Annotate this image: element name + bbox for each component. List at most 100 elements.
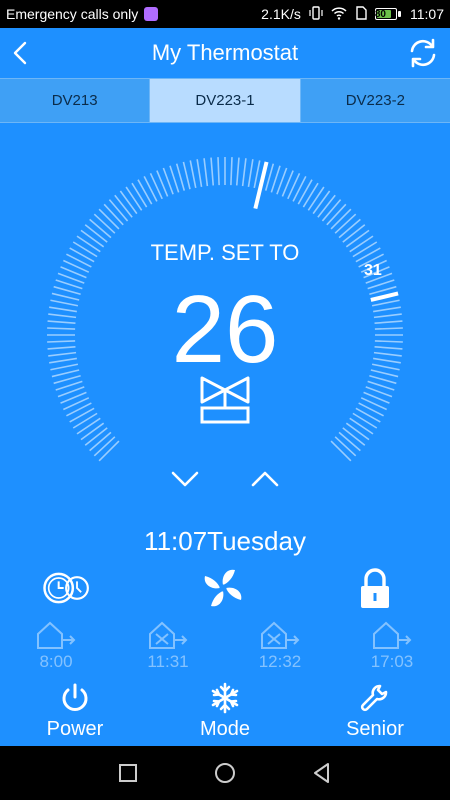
power-button[interactable]: Power bbox=[20, 682, 130, 741]
dial-tick bbox=[326, 203, 347, 226]
dial-tick bbox=[241, 158, 247, 187]
recents-icon[interactable] bbox=[116, 761, 140, 785]
refresh-icon[interactable] bbox=[406, 36, 440, 70]
current-datetime: 11:07Tuesday bbox=[144, 526, 306, 556]
dial-tick bbox=[317, 194, 336, 218]
dial-tick bbox=[137, 179, 153, 205]
dial-tick bbox=[76, 417, 101, 435]
dial-tick bbox=[103, 203, 124, 226]
dial-tick bbox=[312, 190, 331, 215]
status-left: Emergency calls only bbox=[6, 6, 159, 22]
home-icon[interactable] bbox=[213, 761, 237, 785]
battery-level: 80 bbox=[374, 8, 386, 20]
dial-marker-current bbox=[253, 161, 269, 210]
max-temp-label: 31 bbox=[364, 262, 382, 279]
dial-tick bbox=[98, 440, 120, 462]
dial-tick bbox=[342, 427, 366, 446]
wrench-icon bbox=[360, 684, 388, 712]
dial-tick bbox=[334, 436, 357, 457]
schedule-time: 17:03 bbox=[370, 652, 414, 671]
dial-tick bbox=[355, 407, 381, 423]
dial-tick bbox=[247, 159, 254, 187]
schedule-clock-icon[interactable] bbox=[42, 566, 92, 610]
dial-tick bbox=[230, 157, 233, 186]
temp-set-value: 26 bbox=[171, 276, 279, 383]
home-away-icon bbox=[149, 621, 188, 649]
dial-tick bbox=[93, 213, 116, 234]
back-icon[interactable] bbox=[310, 761, 334, 785]
schedule-time: 8:00 bbox=[39, 652, 73, 671]
vibrate-icon bbox=[309, 5, 323, 23]
fan-icon[interactable] bbox=[198, 566, 248, 610]
temp-set-label: TEMP. SET TO bbox=[150, 240, 300, 265]
power-icon bbox=[62, 683, 88, 711]
dial-tick bbox=[217, 157, 220, 186]
schedule-time: 12:32 bbox=[258, 652, 302, 671]
home-arrive-icon bbox=[373, 621, 412, 649]
tab-dv213[interactable]: DV213 bbox=[0, 79, 151, 122]
dial-tick bbox=[143, 176, 158, 202]
dial-tick bbox=[89, 431, 112, 452]
senior-button[interactable]: Senior bbox=[320, 682, 430, 741]
temp-down-button[interactable] bbox=[168, 466, 202, 492]
dial-tick bbox=[302, 182, 319, 208]
dial-tick bbox=[330, 208, 352, 230]
schedule-item-2[interactable]: 11:31 bbox=[128, 620, 208, 672]
dial-tick bbox=[182, 161, 191, 190]
dial-tick bbox=[321, 199, 342, 222]
dial-tick bbox=[297, 179, 313, 205]
home-away-icon bbox=[261, 621, 300, 649]
dial-tick bbox=[84, 427, 108, 446]
mode-label: Mode bbox=[199, 718, 251, 740]
dial-tick bbox=[338, 431, 361, 452]
back-arrow-icon[interactable] bbox=[8, 40, 34, 66]
dial-tick bbox=[307, 186, 325, 211]
schedule-item-4[interactable]: 17:03 bbox=[352, 620, 432, 672]
mode-button[interactable]: Mode bbox=[170, 682, 280, 741]
dial-tick bbox=[235, 157, 240, 186]
android-nav-bar bbox=[0, 746, 450, 800]
status-right: 2.1K/s 80 11:07 bbox=[261, 5, 444, 23]
schedule-item-3[interactable]: 12:32 bbox=[240, 620, 320, 672]
page-title: My Thermostat bbox=[151, 40, 299, 65]
dial-tick bbox=[189, 160, 197, 189]
network-speed: 2.1K/s bbox=[261, 6, 301, 22]
dial-tick bbox=[69, 407, 95, 423]
snowflake-icon bbox=[211, 682, 239, 714]
schedule-item-1[interactable]: 8:00 bbox=[16, 620, 96, 672]
dial-tick bbox=[89, 218, 112, 239]
tab-dv223-2[interactable]: DV223-2 bbox=[301, 79, 450, 122]
dial-tick bbox=[125, 186, 143, 211]
dial-tick bbox=[66, 402, 92, 417]
lock-icon[interactable] bbox=[350, 566, 400, 610]
notification-icon bbox=[144, 7, 159, 21]
tab-dv223-1[interactable]: DV223-1 bbox=[150, 79, 301, 122]
dial-tick bbox=[352, 412, 378, 429]
valve-icon bbox=[200, 376, 250, 424]
dial-tick bbox=[175, 163, 186, 191]
dial-tick bbox=[108, 199, 129, 222]
temp-up-button[interactable] bbox=[248, 466, 282, 492]
dial-tick bbox=[292, 176, 307, 202]
wifi-icon bbox=[331, 6, 347, 23]
senior-label: Senior bbox=[346, 718, 404, 740]
dial-tick bbox=[358, 402, 384, 417]
dial-tick bbox=[93, 436, 116, 457]
carrier-text: Emergency calls only bbox=[6, 6, 139, 22]
dial-tick bbox=[98, 208, 120, 230]
dial-tick bbox=[210, 157, 215, 186]
tab-label: DV223-2 bbox=[345, 92, 405, 109]
status-bar: Emergency calls only 2.1K/s 80 11:07 bbox=[0, 0, 450, 28]
device-tabs: DV213 DV223-1 DV223-2 bbox=[0, 78, 450, 123]
dial-tick bbox=[72, 412, 98, 429]
dial-tick bbox=[334, 213, 357, 234]
dial-tick bbox=[330, 440, 352, 462]
dial-tick bbox=[345, 422, 370, 441]
power-label: Power bbox=[46, 718, 104, 740]
sim-icon bbox=[355, 5, 367, 23]
dial-tick bbox=[253, 160, 261, 189]
dial-tick bbox=[196, 159, 203, 187]
dial-tick bbox=[114, 194, 133, 218]
status-time: 11:07 bbox=[410, 6, 444, 22]
schedule-time: 11:31 bbox=[147, 652, 189, 671]
